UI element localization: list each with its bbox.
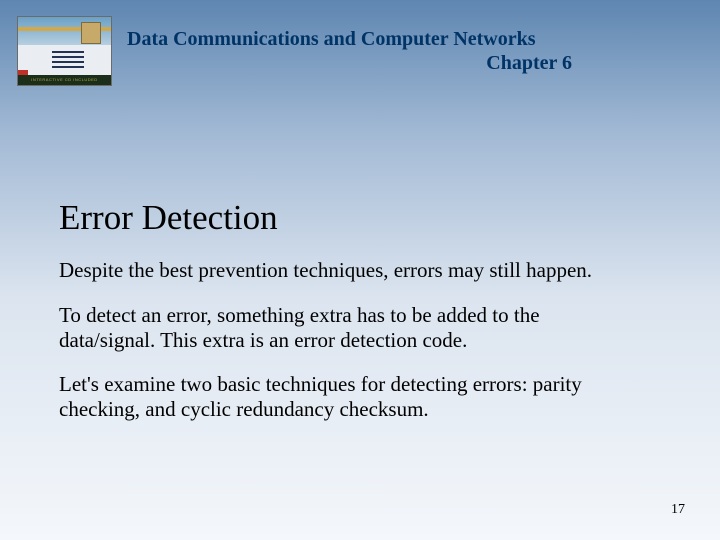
page-number: 17 [671, 502, 685, 518]
body-paragraph: Despite the best prevention techniques, … [59, 258, 634, 283]
body-paragraph: Let's examine two basic techniques for d… [59, 372, 634, 422]
course-title: Data Communications and Computer Network… [127, 28, 577, 51]
book-cover-thumbnail: INTERACTIVE CD INCLUDED [17, 16, 112, 86]
thumb-caption: INTERACTIVE CD INCLUDED [18, 75, 111, 85]
slide: INTERACTIVE CD INCLUDED Data Communicati… [0, 0, 720, 540]
slide-body: Despite the best prevention techniques, … [59, 258, 634, 442]
chapter-label: Chapter 6 [127, 52, 572, 75]
body-paragraph: To detect an error, something extra has … [59, 303, 634, 353]
slide-title: Error Detection [59, 198, 278, 238]
